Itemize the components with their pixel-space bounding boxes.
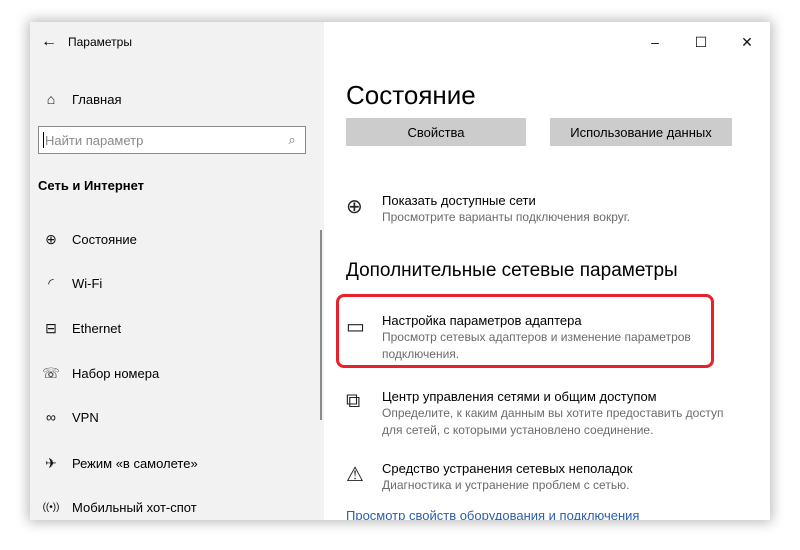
data-usage-button[interactable]: Использование данных [550, 118, 732, 146]
sidebar-item-wifi[interactable]: ◜ Wi-Fi [30, 268, 310, 298]
sidebar-item-airplane[interactable]: ✈ Режим «в самолете» [30, 448, 310, 478]
sidebar-item-home[interactable]: ⌂ Главная [30, 84, 122, 114]
app-title: Параметры [68, 35, 132, 49]
sidebar-item-label: Ethernet [72, 320, 122, 336]
show-networks-link[interactable]: ⊕ Показать доступные сети Просмотрите ва… [346, 192, 630, 226]
link-text: Центр управления сетями и общим доступом… [382, 388, 723, 439]
link-description: для сетей, с которыми установлено соедин… [382, 423, 654, 437]
sidebar-item-label: Мобильный хот-спот [72, 499, 197, 515]
hotspot-icon: ((•)) [42, 501, 60, 513]
sidebar-item-label: Состояние [72, 231, 137, 247]
maximize-icon[interactable]: ☐ [678, 22, 724, 62]
sidebar-item-vpn[interactable]: ∞ VPN [30, 402, 310, 432]
globe-icon: ⊕ [45, 230, 57, 247]
link-title: Средство устранения сетевых неполадок [382, 461, 633, 476]
advanced-settings-heading: Дополнительные сетевые параметры [346, 260, 678, 281]
text-cursor [43, 132, 44, 148]
sidebar-item-label: Режим «в самолете» [72, 455, 198, 471]
settings-window: ← Параметры ⌂ Главная Найти параметр ⌕ С… [30, 22, 770, 520]
link-text: Показать доступные сети Просмотрите вари… [382, 192, 630, 226]
link-description: Определите, к каким данным вы хотите пре… [382, 406, 724, 420]
properties-button[interactable]: Свойства [346, 118, 526, 146]
airplane-icon: ✈ [45, 454, 57, 471]
link-title: Центр управления сетями и общим доступом [382, 389, 657, 404]
sidebar-item-label: Wi-Fi [72, 275, 103, 291]
back-arrow-icon[interactable]: ← [30, 22, 68, 62]
sidebar-item-dialup[interactable]: ☏ Набор номера [30, 358, 310, 388]
window-controls: – ☐ ✕ [632, 22, 770, 62]
sidebar-item-label: VPN [72, 409, 99, 425]
link-description: Диагностика и устранение проблем с сетью… [382, 478, 630, 492]
sidebar-item-ethernet[interactable]: ⊟ Ethernet [30, 313, 310, 343]
warning-icon: ⚠ [346, 464, 364, 486]
sidebar-item-label: Набор номера [72, 365, 160, 381]
globe-icon: ⊕ [346, 196, 363, 218]
sidebar-item-status[interactable]: ⊕ Состояние [30, 224, 310, 254]
ethernet-icon: ⊟ [45, 319, 57, 336]
troubleshooter-link[interactable]: ⚠ Средство устранения сетевых неполадок … [346, 460, 632, 494]
link-text: Средство устранения сетевых неполадок Ди… [382, 460, 632, 494]
section-title: Сеть и Интернет [38, 178, 145, 193]
sidebar: ← Параметры ⌂ Главная Найти параметр ⌕ С… [30, 22, 324, 520]
network-icon: ⧉ [346, 390, 361, 412]
search-icon[interactable]: ⌕ [279, 132, 305, 148]
close-icon[interactable]: ✕ [724, 22, 770, 62]
titlebar: ← Параметры [30, 22, 132, 62]
home-icon: ⌂ [46, 91, 56, 107]
search-placeholder: Найти параметр [45, 132, 144, 148]
search-input[interactable]: Найти параметр ⌕ [38, 126, 306, 154]
network-sharing-center-link[interactable]: ⧉ Центр управления сетями и общим доступ… [346, 388, 723, 439]
page-title: Состояние [346, 80, 476, 110]
phone-icon: ☏ [42, 364, 60, 381]
scrollbar[interactable] [320, 230, 322, 420]
vpn-icon: ∞ [46, 409, 56, 425]
link-title: Показать доступные сети [382, 193, 536, 208]
home-label: Главная [72, 91, 122, 107]
link-description: Просмотрите варианты подключения вокруг. [382, 210, 630, 224]
main-content: – ☐ ✕ Состояние Свойства Использование д… [324, 22, 770, 520]
minimize-icon[interactable]: – [632, 22, 678, 62]
wifi-icon: ◜ [48, 274, 54, 291]
sidebar-item-hotspot[interactable]: ((•)) Мобильный хот-спот [30, 492, 310, 520]
hardware-properties-link[interactable]: Просмотр свойств оборудования и подключе… [346, 508, 639, 520]
highlight-frame [336, 294, 714, 368]
